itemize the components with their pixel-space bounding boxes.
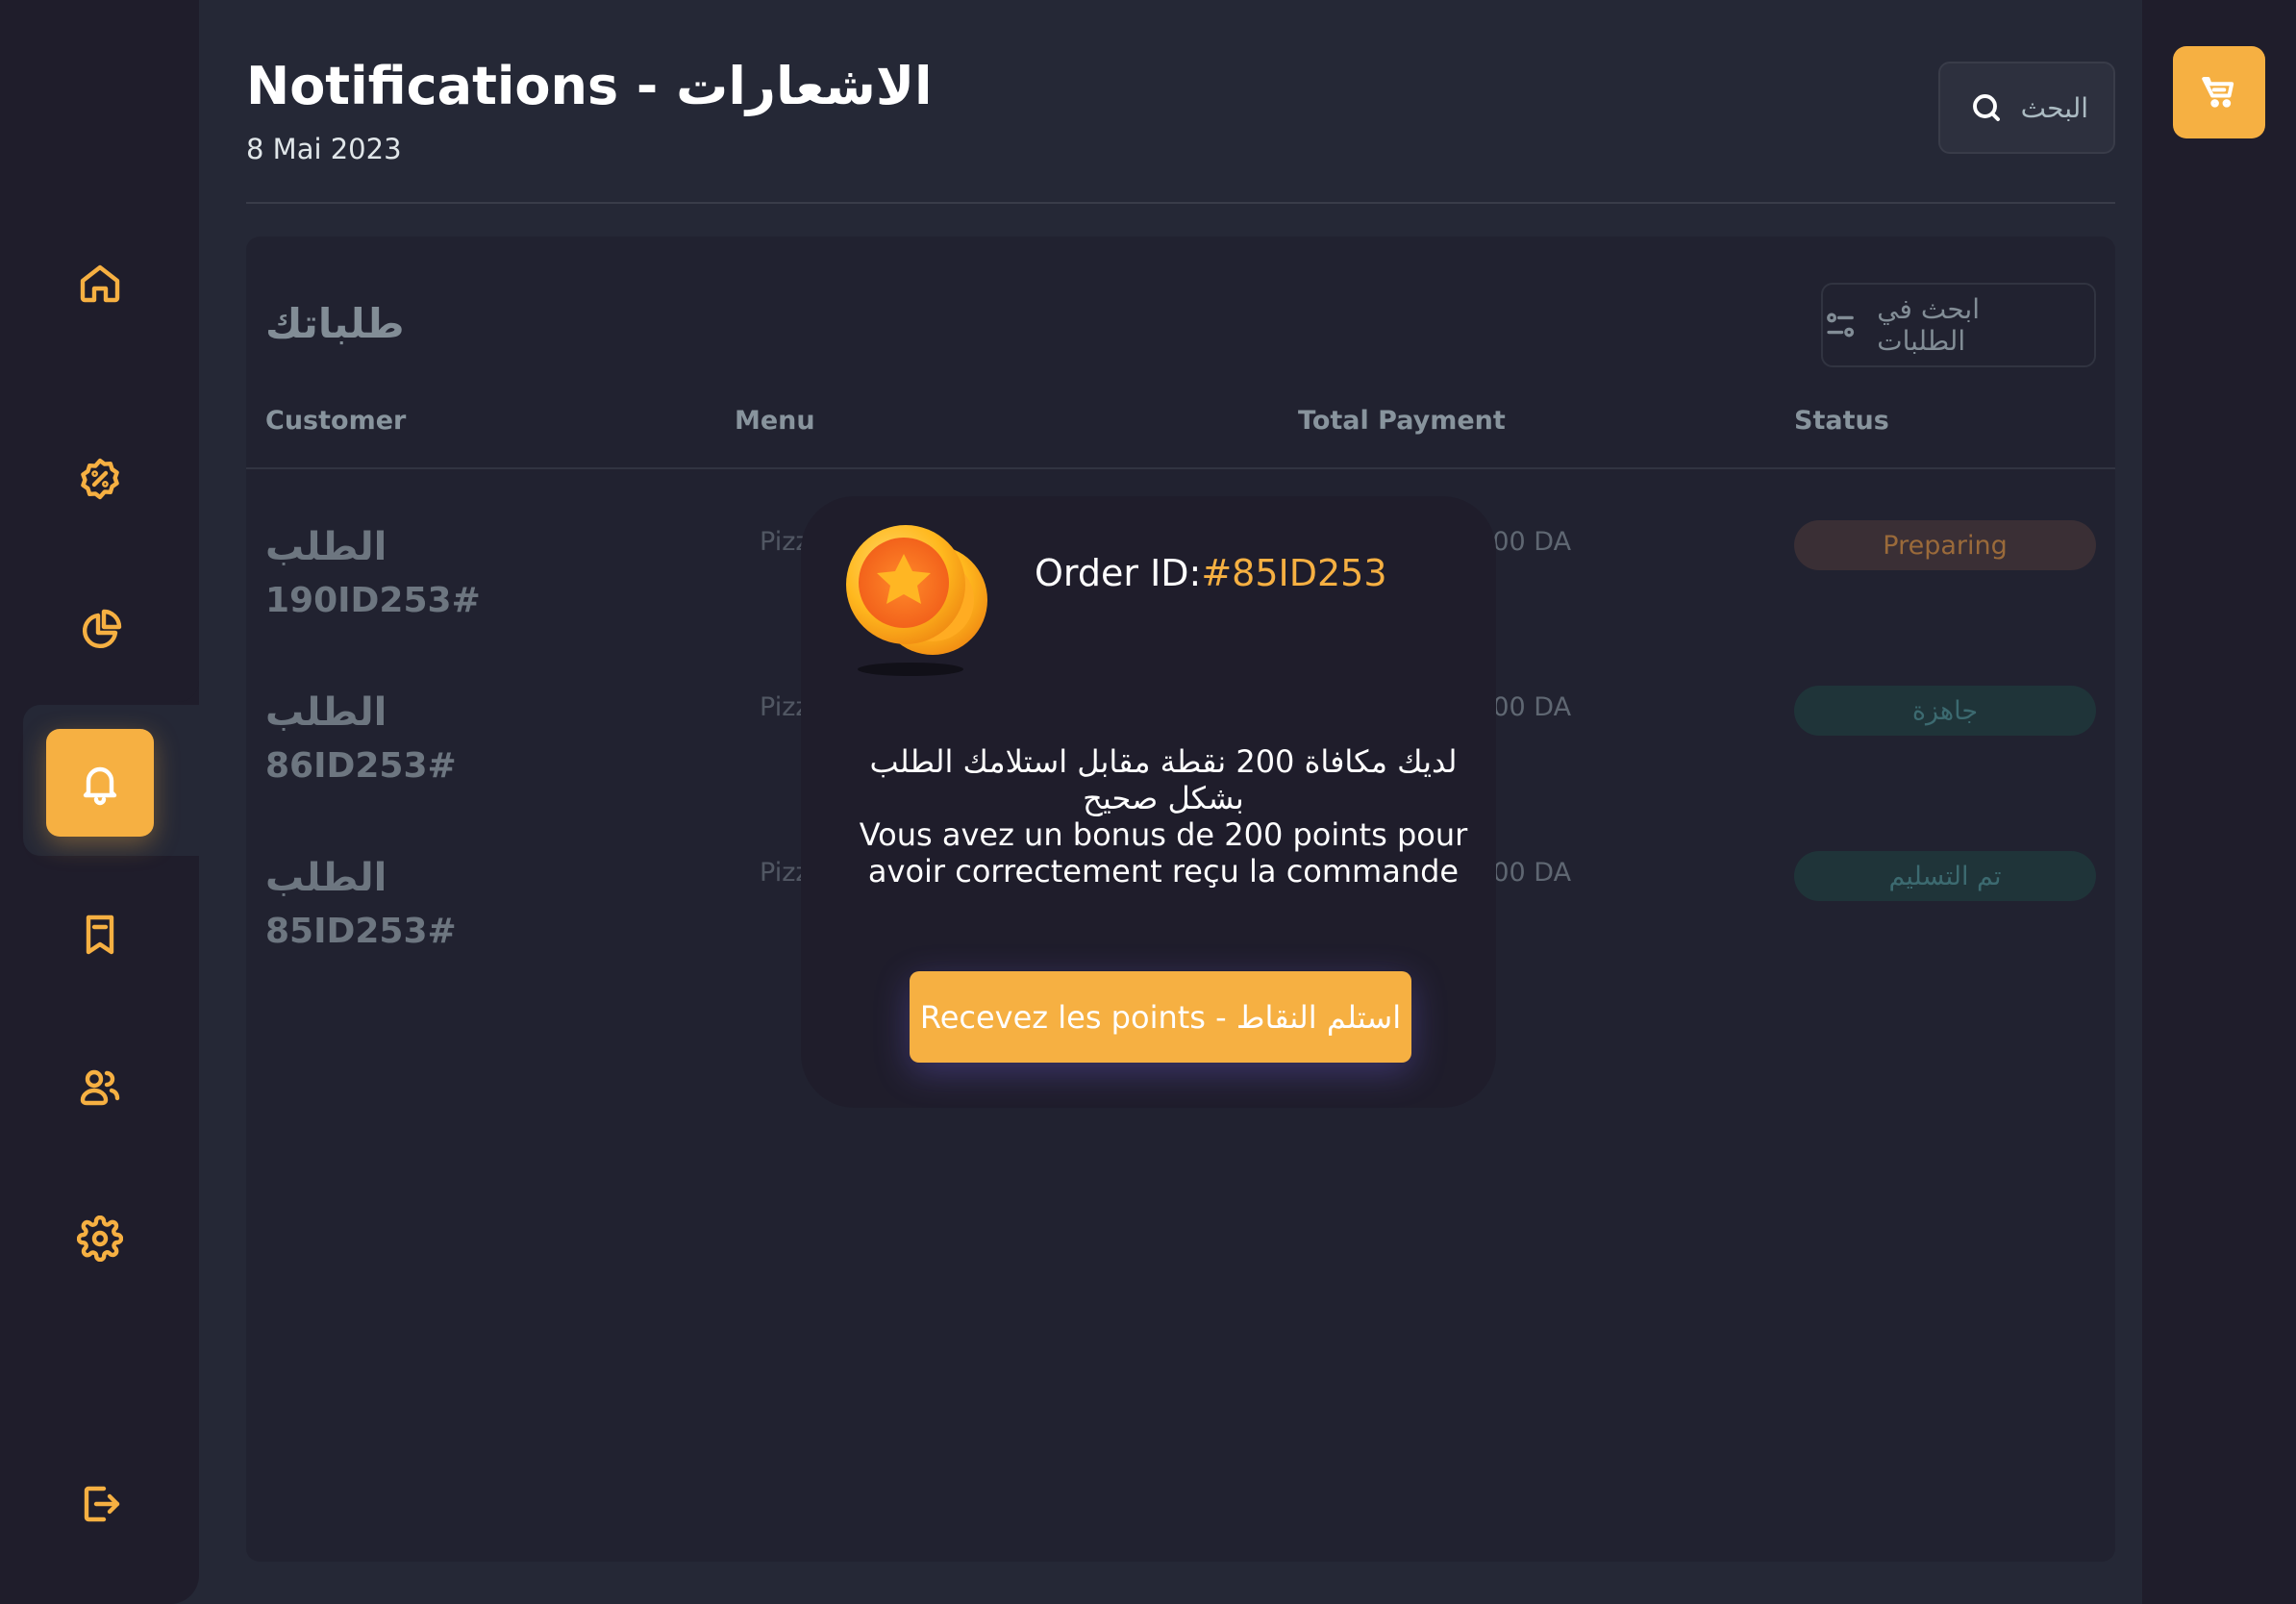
- filter-icon: [1827, 313, 1855, 338]
- gear-icon: [77, 1216, 123, 1262]
- order-row-title: الطلب: [265, 525, 387, 569]
- search-placeholder: البحث: [2020, 91, 2088, 124]
- orders-filter-placeholder: ابحث في الطلبات: [1877, 293, 1980, 357]
- order-row-id: 190ID253#: [265, 581, 481, 620]
- coin-reward-icon: [846, 525, 987, 676]
- pie-chart-icon: [82, 609, 122, 649]
- order-row-id: 85ID253#: [265, 912, 457, 951]
- order-id-value: #85ID253: [1201, 552, 1387, 594]
- claim-points-button[interactable]: Recevez les points - استلم النقاط: [910, 971, 1411, 1063]
- column-header-customer: Customer: [265, 406, 407, 436]
- sidebar-item-home[interactable]: [46, 229, 154, 337]
- modal-message: لديك مكافاة 200 نقطة مقابل استلامك الطلب…: [846, 743, 1481, 890]
- cart-button[interactable]: [2173, 46, 2265, 138]
- bell-icon: [83, 766, 117, 806]
- column-header-payment: Total Payment: [1298, 406, 1506, 436]
- home-icon: [80, 264, 120, 303]
- sidebar-item-users[interactable]: [46, 1033, 154, 1140]
- orders-heading: طلباتك: [265, 300, 405, 347]
- sidebar-item-settings[interactable]: [46, 1185, 154, 1292]
- table-divider: [246, 467, 2115, 469]
- header-divider: [246, 202, 2115, 204]
- order-row-title: الطلب: [265, 856, 387, 900]
- search-input[interactable]: البحث: [1938, 62, 2115, 154]
- search-icon: [1972, 94, 2000, 121]
- logout-icon: [84, 1486, 120, 1522]
- modal-message-arabic: لديك مكافاة 200 نقطة مقابل استلامك الطلب…: [869, 743, 1458, 816]
- order-row-title: الطلب: [265, 690, 387, 735]
- status-badge: جاهزة: [1794, 686, 2096, 736]
- bookmark-icon: [86, 915, 114, 955]
- modal-message-french: Vous avez un bonus de 200 points pour av…: [859, 816, 1468, 890]
- status-badge: تم التسليم: [1794, 851, 2096, 901]
- order-id-label: Order ID:: [1035, 552, 1202, 594]
- sidebar-item-orders[interactable]: [46, 881, 154, 989]
- column-header-menu: Menu: [735, 406, 815, 436]
- users-icon: [80, 1069, 120, 1106]
- discount-icon: [81, 458, 119, 500]
- orders-filter-input[interactable]: ابحث في الطلبات: [1821, 283, 2096, 367]
- sidebar-item-notifications[interactable]: [46, 729, 154, 837]
- status-badge: Preparing: [1794, 520, 2096, 570]
- sidebar-item-logout[interactable]: [46, 1450, 154, 1558]
- page-date: 8 Mai 2023: [246, 133, 402, 165]
- right-rail: [2142, 0, 2296, 1604]
- page-title: Notifications - الاشعارات: [246, 56, 933, 116]
- sidebar-item-dashboard[interactable]: [46, 577, 154, 685]
- cart-icon: [2202, 76, 2234, 108]
- sidebar-item-discount[interactable]: [46, 425, 154, 533]
- modal-order-line: Order ID:#85ID253: [1035, 552, 1387, 594]
- order-row-id: 86ID253#: [265, 746, 457, 786]
- column-header-status: Status: [1794, 406, 1889, 436]
